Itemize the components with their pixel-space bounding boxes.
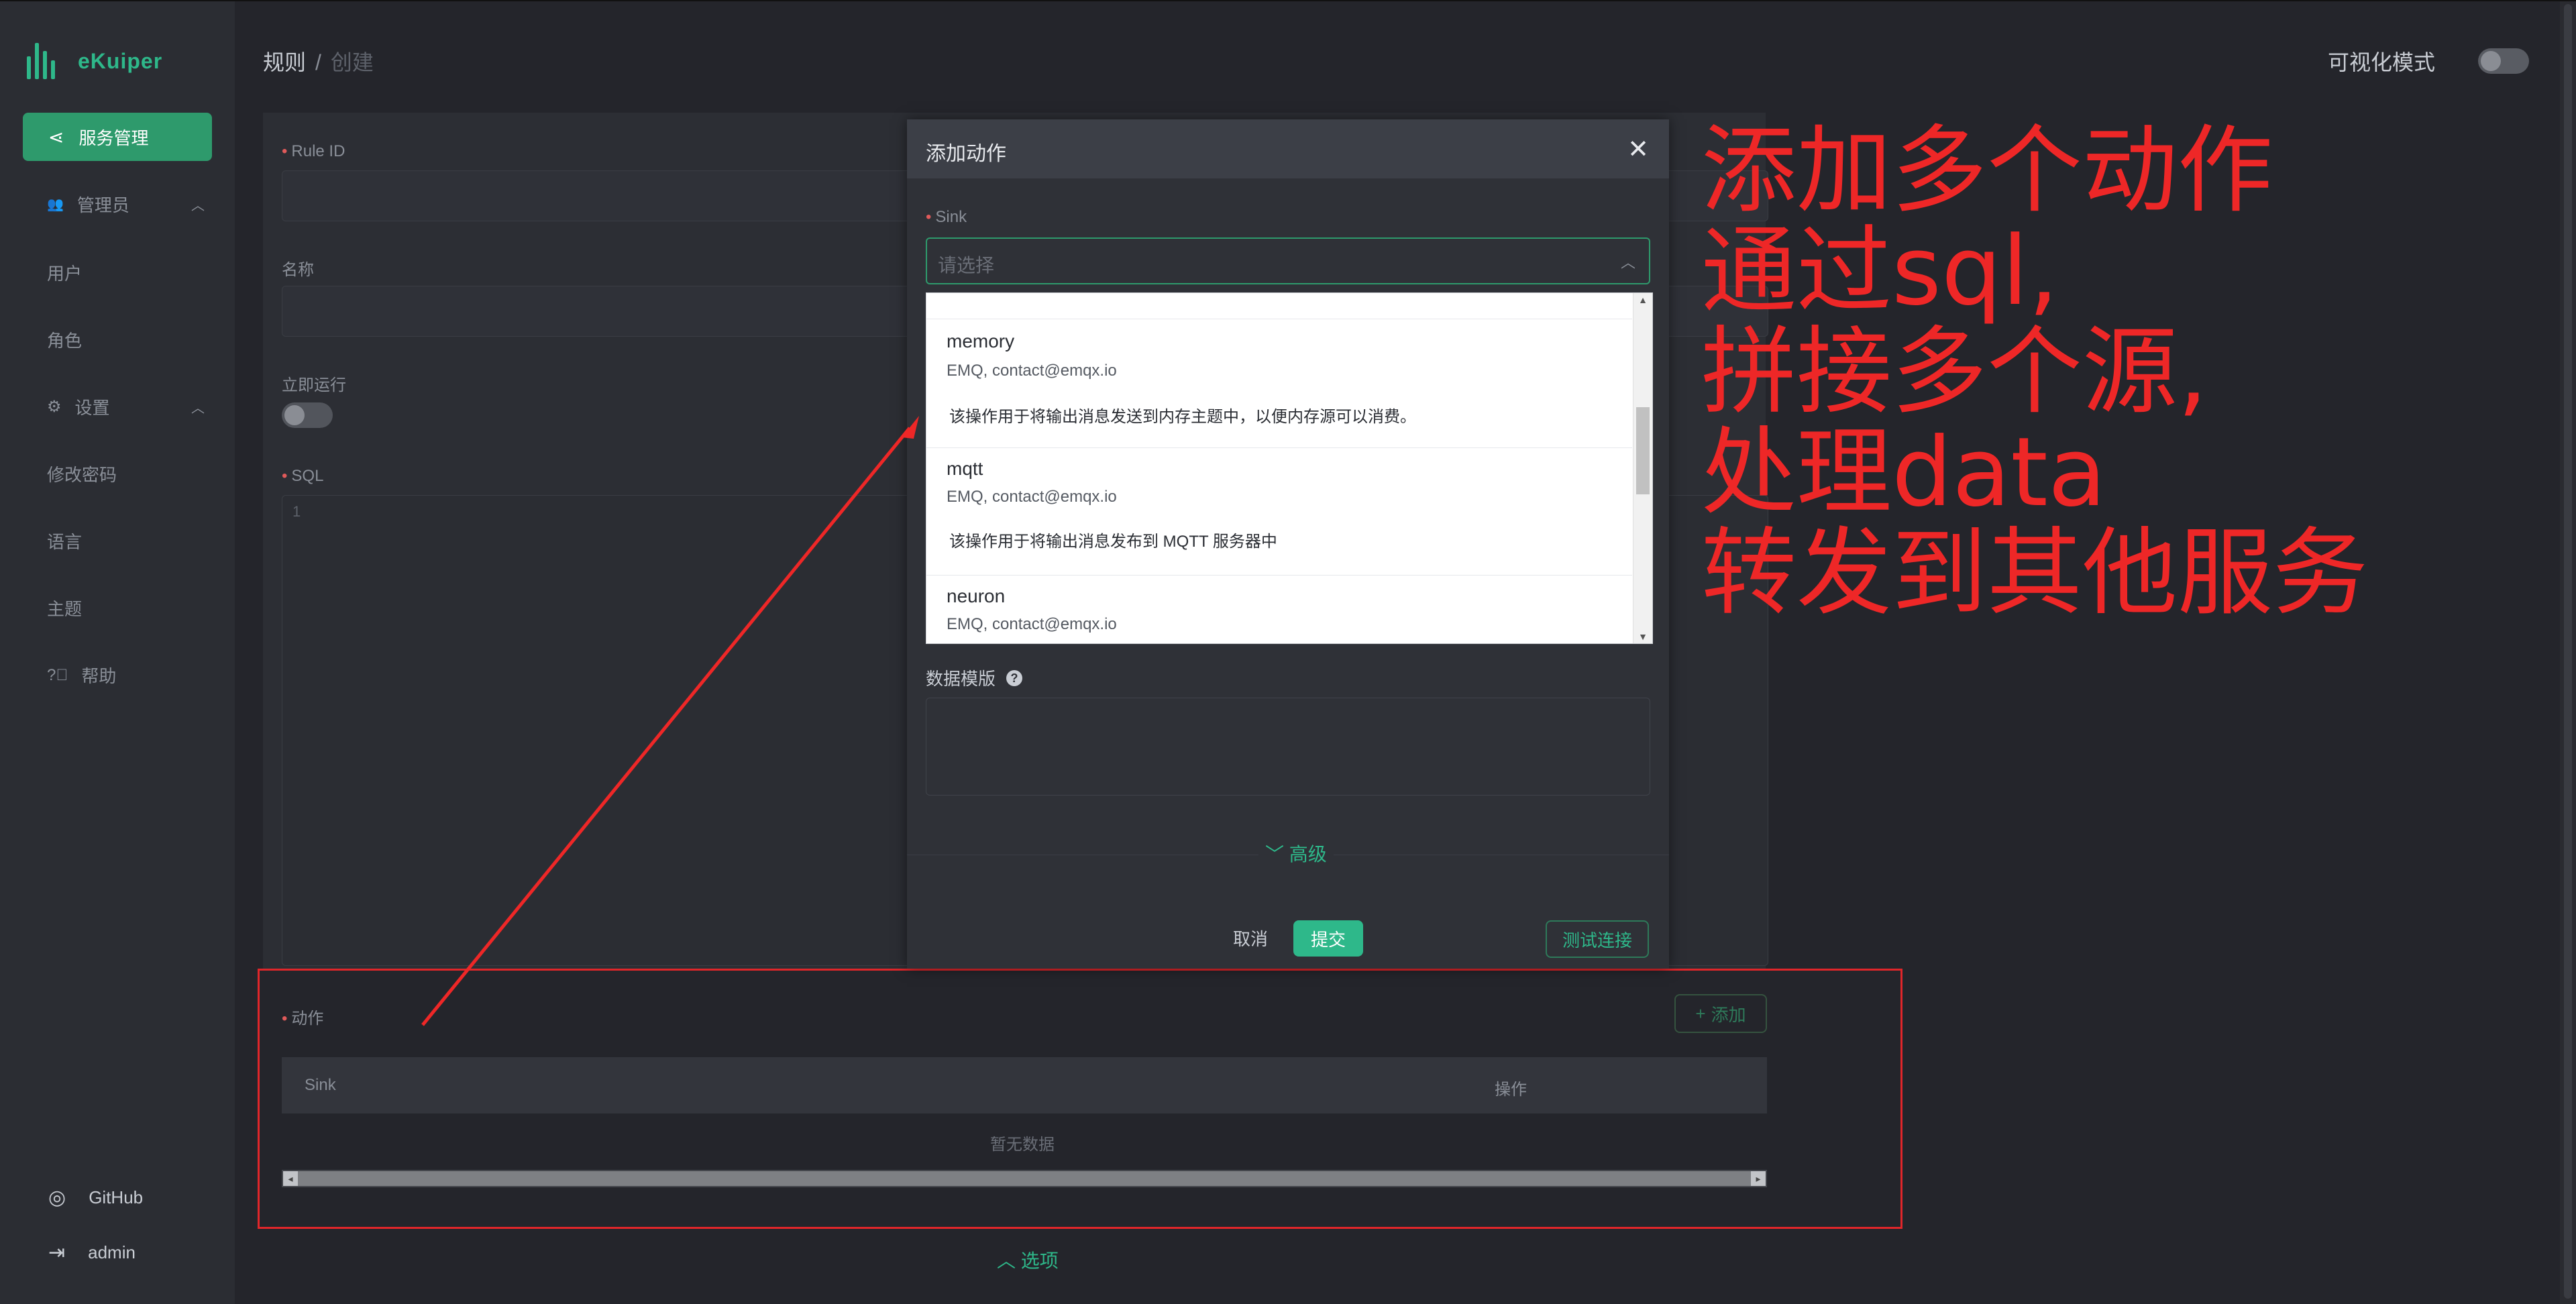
annotation-arrow (421, 416, 919, 1026)
page-scrollbar[interactable] (2560, 1, 2576, 1304)
page-scroll-thumb[interactable] (2564, 4, 2572, 1299)
app-window: eKuiper ⋖ 服务管理 👥 管理员 ︿ 用户 角色 ⚙ 设置 ︿ 修改密码… (0, 0, 2576, 1304)
